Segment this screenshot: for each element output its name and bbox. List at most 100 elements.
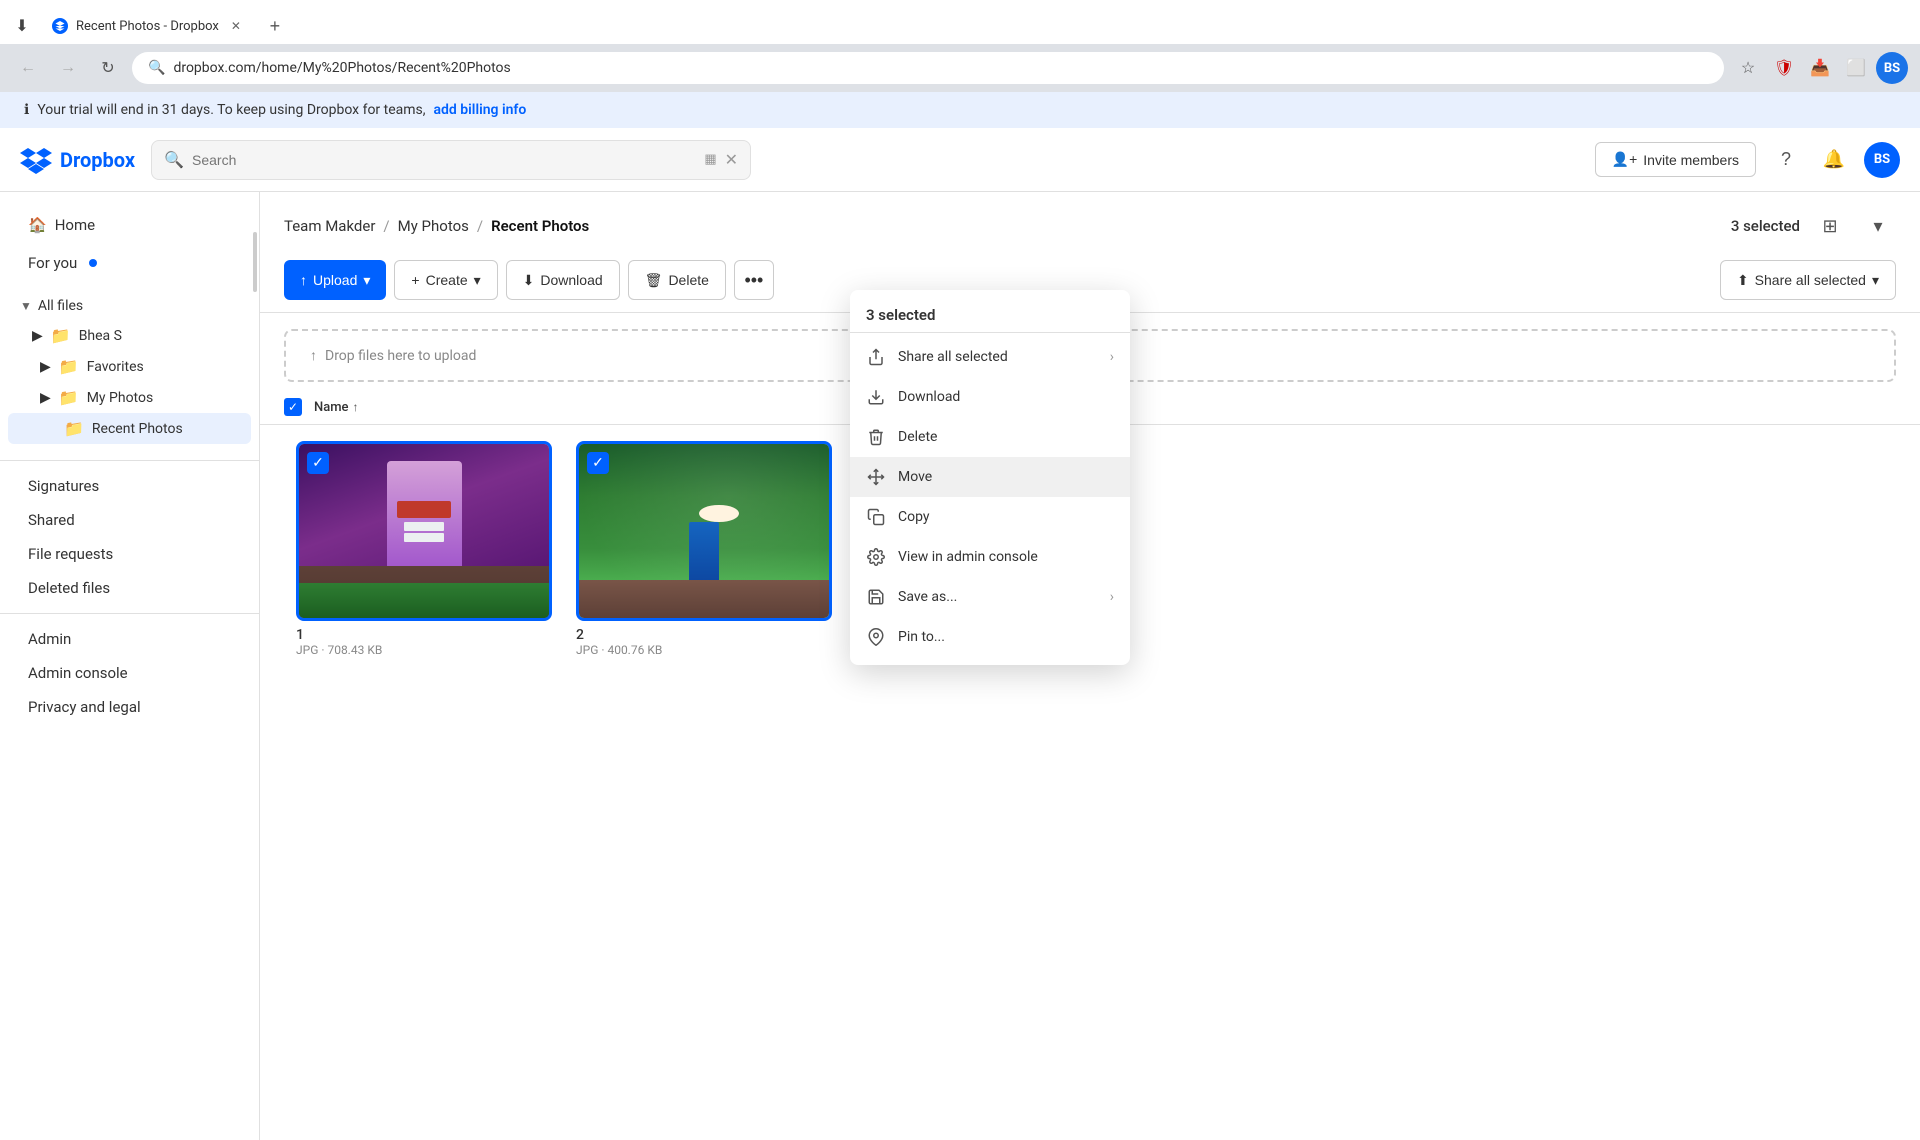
trial-text: Your trial will end in 31 days. To keep … bbox=[37, 102, 425, 118]
sidebar-item-file-requests[interactable]: File requests bbox=[8, 537, 251, 571]
sidebar-folder-favorites[interactable]: ▶ 📁 Favorites bbox=[0, 351, 259, 382]
folder-label: Recent Photos bbox=[92, 421, 183, 437]
menu-item-download[interactable]: Download bbox=[850, 377, 1130, 417]
breadcrumb-team[interactable]: Team Makder bbox=[284, 217, 375, 235]
menu-item-copy[interactable]: Copy bbox=[850, 497, 1130, 537]
address-input[interactable]: 🔍 dropbox.com/home/My%20Photos/Recent%20… bbox=[132, 52, 1724, 84]
name-column-header[interactable]: Name ↑ bbox=[314, 400, 359, 415]
extension-downloader-button[interactable]: 📥 bbox=[1804, 52, 1836, 84]
search-input[interactable] bbox=[192, 152, 696, 168]
menu-item-pin-to[interactable]: Pin to... bbox=[850, 617, 1130, 657]
sidebar-item-admin[interactable]: Admin bbox=[8, 622, 251, 656]
sidebar-item-privacy[interactable]: Privacy and legal bbox=[8, 690, 251, 724]
more-actions-button[interactable]: ••• bbox=[734, 260, 774, 300]
notifications-button[interactable]: 🔔 bbox=[1816, 142, 1852, 178]
name-label: Name bbox=[314, 400, 349, 415]
extension-split-button[interactable]: ⬜ bbox=[1840, 52, 1872, 84]
menu-item-share[interactable]: Share all selected › bbox=[850, 337, 1130, 377]
active-tab[interactable]: Recent Photos - Dropbox ✕ bbox=[40, 8, 257, 44]
folder-label: My Photos bbox=[87, 390, 154, 406]
billing-link[interactable]: add billing info bbox=[434, 102, 527, 118]
menu-item-admin-console[interactable]: View in admin console bbox=[850, 537, 1130, 577]
sidebar-folder-my-photos[interactable]: ▶ 📁 My Photos bbox=[0, 382, 259, 413]
photo-name: 1 bbox=[296, 627, 552, 643]
photo-image bbox=[579, 444, 829, 618]
chevron-right-icon: ▶ bbox=[40, 359, 51, 375]
avatar[interactable]: BS bbox=[1864, 142, 1900, 178]
help-button[interactable]: ? bbox=[1768, 142, 1804, 178]
photo-checkbox[interactable]: ✓ bbox=[587, 452, 609, 474]
create-button[interactable]: + Create ▾ bbox=[394, 260, 497, 300]
home-icon: 🏠 bbox=[28, 216, 47, 234]
menu-item-delete[interactable]: Delete bbox=[850, 417, 1130, 457]
all-files-header[interactable]: ▼ All files bbox=[0, 292, 259, 320]
submenu-arrow-icon: › bbox=[1110, 349, 1114, 365]
info-icon: ℹ bbox=[24, 102, 29, 118]
view-toggle-grid[interactable]: ⊞ bbox=[1812, 208, 1848, 244]
breadcrumb-my-photos[interactable]: My Photos bbox=[398, 217, 469, 235]
reload-button[interactable]: ↻ bbox=[92, 52, 124, 84]
share-icon: ⬆ bbox=[1737, 272, 1749, 289]
sidebar-item-shared[interactable]: Shared bbox=[8, 503, 251, 537]
save-icon bbox=[866, 587, 886, 607]
upload-label: Upload bbox=[313, 272, 357, 288]
sidebar-item-label: Shared bbox=[28, 511, 75, 529]
menu-item-label: Share all selected bbox=[898, 349, 1098, 365]
sidebar-item-for-you[interactable]: For you bbox=[8, 246, 251, 280]
folder-icon: 📁 bbox=[59, 388, 79, 407]
create-chevron: ▾ bbox=[474, 272, 481, 289]
photo-checkbox[interactable]: ✓ bbox=[307, 452, 329, 474]
sidebar-item-admin-console[interactable]: Admin console bbox=[8, 656, 251, 690]
forward-button[interactable]: → bbox=[52, 52, 84, 84]
new-tab-button[interactable]: + bbox=[261, 12, 289, 40]
sidebar-folder-recent-photos[interactable]: 📁 Recent Photos bbox=[8, 413, 251, 444]
upload-button[interactable]: ↑ Upload ▾ bbox=[284, 260, 386, 300]
sidebar-item-deleted-files[interactable]: Deleted files bbox=[8, 571, 251, 605]
sidebar-scrollbar[interactable] bbox=[253, 192, 257, 1140]
folder-icon: 📁 bbox=[51, 326, 71, 345]
upload-chevron: ▾ bbox=[363, 272, 370, 289]
download-label: Download bbox=[540, 272, 602, 288]
more-icon: ••• bbox=[744, 270, 763, 291]
menu-item-move[interactable]: Move bbox=[850, 457, 1130, 497]
bookmark-button[interactable]: ☆ bbox=[1732, 52, 1764, 84]
upload-icon: ↑ bbox=[300, 272, 307, 288]
sidebar-item-label: Home bbox=[55, 216, 95, 234]
photo-thumbnail[interactable]: ✓ bbox=[296, 441, 552, 621]
list-item: ✓ 2 JPG · 400.76 KB bbox=[564, 433, 844, 665]
selected-count: 3 selected bbox=[1731, 217, 1800, 235]
invite-icon: 👤+ bbox=[1612, 151, 1638, 168]
back-button[interactable]: ← bbox=[12, 52, 44, 84]
sidebar-item-signatures[interactable]: Signatures bbox=[8, 469, 251, 503]
menu-item-label: Save as... bbox=[898, 589, 1098, 605]
tab-close-button[interactable]: ✕ bbox=[227, 17, 245, 35]
all-files-label: All files bbox=[38, 298, 83, 314]
search-bar[interactable]: 🔍 ▦ ✕ bbox=[151, 140, 751, 180]
sidebar-item-label: Privacy and legal bbox=[28, 698, 141, 716]
view-toggle-list[interactable]: ▾ bbox=[1860, 208, 1896, 244]
clear-icon[interactable]: ✕ bbox=[725, 150, 738, 169]
search-icon: 🔍 bbox=[164, 150, 184, 169]
menu-item-label: Move bbox=[898, 469, 1114, 485]
trial-banner: ℹ Your trial will end in 31 days. To kee… bbox=[0, 92, 1920, 128]
photo-info: 2 JPG · 400.76 KB bbox=[576, 627, 832, 657]
sidebar-item-home[interactable]: 🏠 Home bbox=[8, 208, 251, 242]
menu-item-save-as[interactable]: Save as... › bbox=[850, 577, 1130, 617]
extension-ublock-button[interactable]: 🛡 bbox=[1768, 52, 1800, 84]
sidebar-item-label: Admin console bbox=[28, 664, 128, 682]
download-button[interactable]: ⬇ Download bbox=[506, 260, 620, 300]
profile-button[interactable]: BS bbox=[1876, 52, 1908, 84]
photo-thumbnail[interactable]: ✓ bbox=[576, 441, 832, 621]
share-all-button[interactable]: ⬆ Share all selected ▾ bbox=[1720, 260, 1896, 300]
invite-members-button[interactable]: 👤+ Invite members bbox=[1595, 142, 1756, 177]
menu-item-label: Pin to... bbox=[898, 629, 1114, 645]
tab-group-button[interactable]: ⬇ bbox=[8, 12, 36, 40]
breadcrumb: Team Makder / My Photos / Recent Photos … bbox=[284, 208, 1896, 244]
trash-icon: 🗑 bbox=[645, 272, 663, 289]
menu-item-label: Copy bbox=[898, 509, 1114, 525]
select-all-checkbox[interactable]: ✓ bbox=[284, 398, 302, 416]
delete-button[interactable]: 🗑 Delete bbox=[628, 260, 726, 300]
share-icon bbox=[866, 347, 886, 367]
sidebar-folder-bhea-s[interactable]: ▶ 📁 Bhea S bbox=[0, 320, 259, 351]
upload-icon: ↑ bbox=[310, 347, 317, 364]
